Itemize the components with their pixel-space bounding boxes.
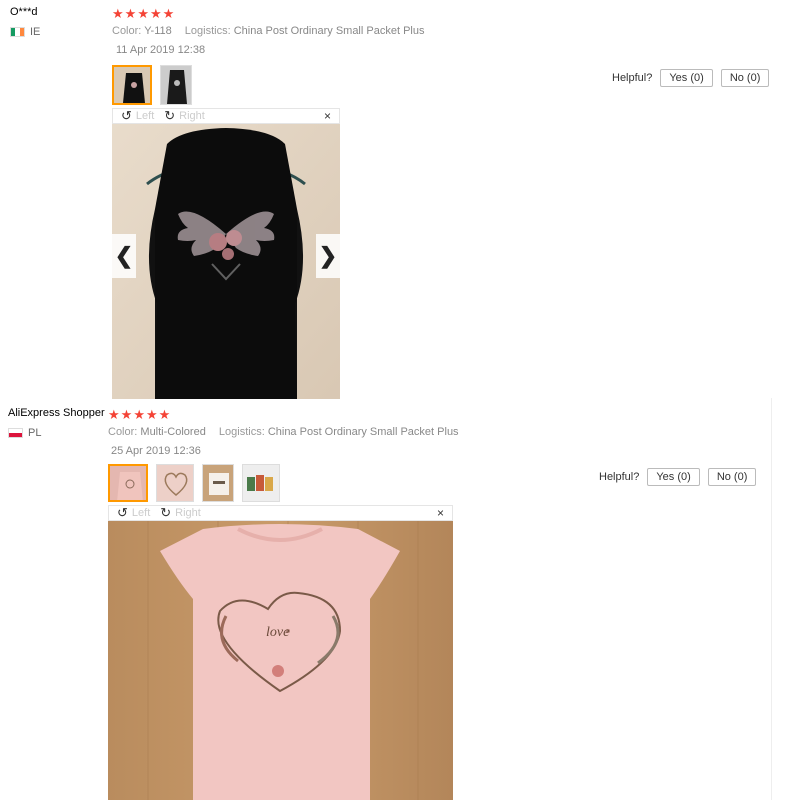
reviewer-name: O***d: [10, 6, 38, 18]
color-value: Multi-Colored: [140, 426, 206, 438]
logistics-label: Logistics:: [218, 426, 265, 438]
helpful-label: Helpful?: [612, 72, 653, 84]
review-1: O***d IE ★ ★ ★ ★ ★ Color: Y-118 Logistic…: [0, 0, 800, 400]
close-icon[interactable]: ×: [437, 506, 444, 520]
review-photo: ❮ ❯: [112, 124, 340, 399]
star-rating: ★ ★ ★ ★ ★: [112, 7, 174, 20]
order-info: Color: Y-118 Logistics: China Post Ordin…: [112, 25, 434, 37]
rotate-right-button[interactable]: ↻ Right: [160, 505, 201, 521]
country-code: PL: [28, 427, 42, 439]
logistics-label: Logistics:: [184, 25, 231, 37]
rotate-left-button[interactable]: ↺ Left: [117, 505, 150, 521]
review-date: 11 Apr 2019 12:38: [116, 44, 206, 56]
photo-thumbnail[interactable]: [160, 65, 192, 105]
photo-viewer-toolbar: ↺ Left ↻ Right ×: [112, 108, 340, 124]
star-icon: ★: [162, 6, 175, 21]
star-rating: ★ ★ ★ ★ ★: [108, 408, 170, 421]
star-icon: ★: [124, 6, 137, 21]
country-code: IE: [30, 26, 41, 38]
rotate-left-icon: ↺: [117, 505, 128, 520]
rotate-right-button[interactable]: ↻ Right: [164, 108, 205, 124]
star-icon: ★: [133, 407, 145, 422]
rotate-right-icon: ↻: [160, 505, 172, 520]
rotate-left-button[interactable]: ↺ Left: [121, 108, 154, 124]
star-icon: ★: [137, 6, 149, 21]
ireland-flag-icon: [10, 27, 25, 37]
shirt-print-text: love: [266, 625, 289, 640]
review-photo: love: [108, 521, 453, 800]
previous-photo-button[interactable]: ❮: [112, 234, 136, 278]
helpful-no-button[interactable]: No (0): [720, 69, 770, 87]
helpful-yes-button[interactable]: Yes (0): [660, 69, 713, 87]
logistics-value: China Post Ordinary Small Packet Plus: [267, 426, 459, 438]
star-icon: ★: [145, 407, 158, 422]
color-label: Color:: [112, 25, 142, 37]
reviewer-name: AliExpress Shopper: [8, 407, 105, 419]
color-value: Y-118: [144, 25, 172, 37]
star-icon: ★: [149, 6, 162, 21]
star-icon: ★: [158, 407, 171, 422]
reviewer-country: PL: [8, 427, 41, 439]
close-icon[interactable]: ×: [324, 109, 331, 123]
helpful-no-button[interactable]: No (0): [707, 468, 757, 486]
helpful-vote: Helpful? Yes (0) No (0): [612, 69, 770, 87]
photo-thumbnail[interactable]: [108, 464, 148, 502]
photo-thumbnails: [108, 464, 280, 502]
photo-thumbnail[interactable]: [112, 65, 152, 105]
photo-thumbnail[interactable]: [242, 464, 280, 502]
review-2: AliExpress Shopper PL ★ ★ ★ ★ ★ Color: M…: [0, 400, 800, 800]
helpful-label: Helpful?: [599, 471, 640, 483]
chevron-left-icon: ❮: [114, 243, 134, 268]
photo-viewer-toolbar: ↺ Left ↻ Right ×: [108, 505, 453, 521]
poland-flag-icon: [8, 428, 23, 438]
next-photo-button[interactable]: ❯: [316, 234, 340, 278]
helpful-vote: Helpful? Yes (0) No (0): [599, 468, 757, 486]
order-info: Color: Multi-Colored Logistics: China Po…: [108, 426, 469, 438]
star-icon: ★: [108, 407, 120, 422]
reviewer-country: IE: [10, 26, 40, 38]
photo-thumbnails: [112, 65, 192, 105]
helpful-yes-button[interactable]: Yes (0): [647, 468, 700, 486]
photo-thumbnail[interactable]: [156, 464, 194, 502]
chevron-right-icon: ❯: [318, 243, 338, 268]
star-icon: ★: [112, 6, 124, 21]
rotate-left-icon: ↺: [121, 108, 132, 123]
review-date: 25 Apr 2019 12:36: [111, 445, 201, 457]
photo-thumbnail[interactable]: [202, 464, 234, 502]
logistics-value: China Post Ordinary Small Packet Plus: [233, 25, 425, 37]
color-label: Color:: [108, 426, 138, 438]
rotate-right-icon: ↻: [164, 108, 176, 123]
star-icon: ★: [120, 407, 133, 422]
